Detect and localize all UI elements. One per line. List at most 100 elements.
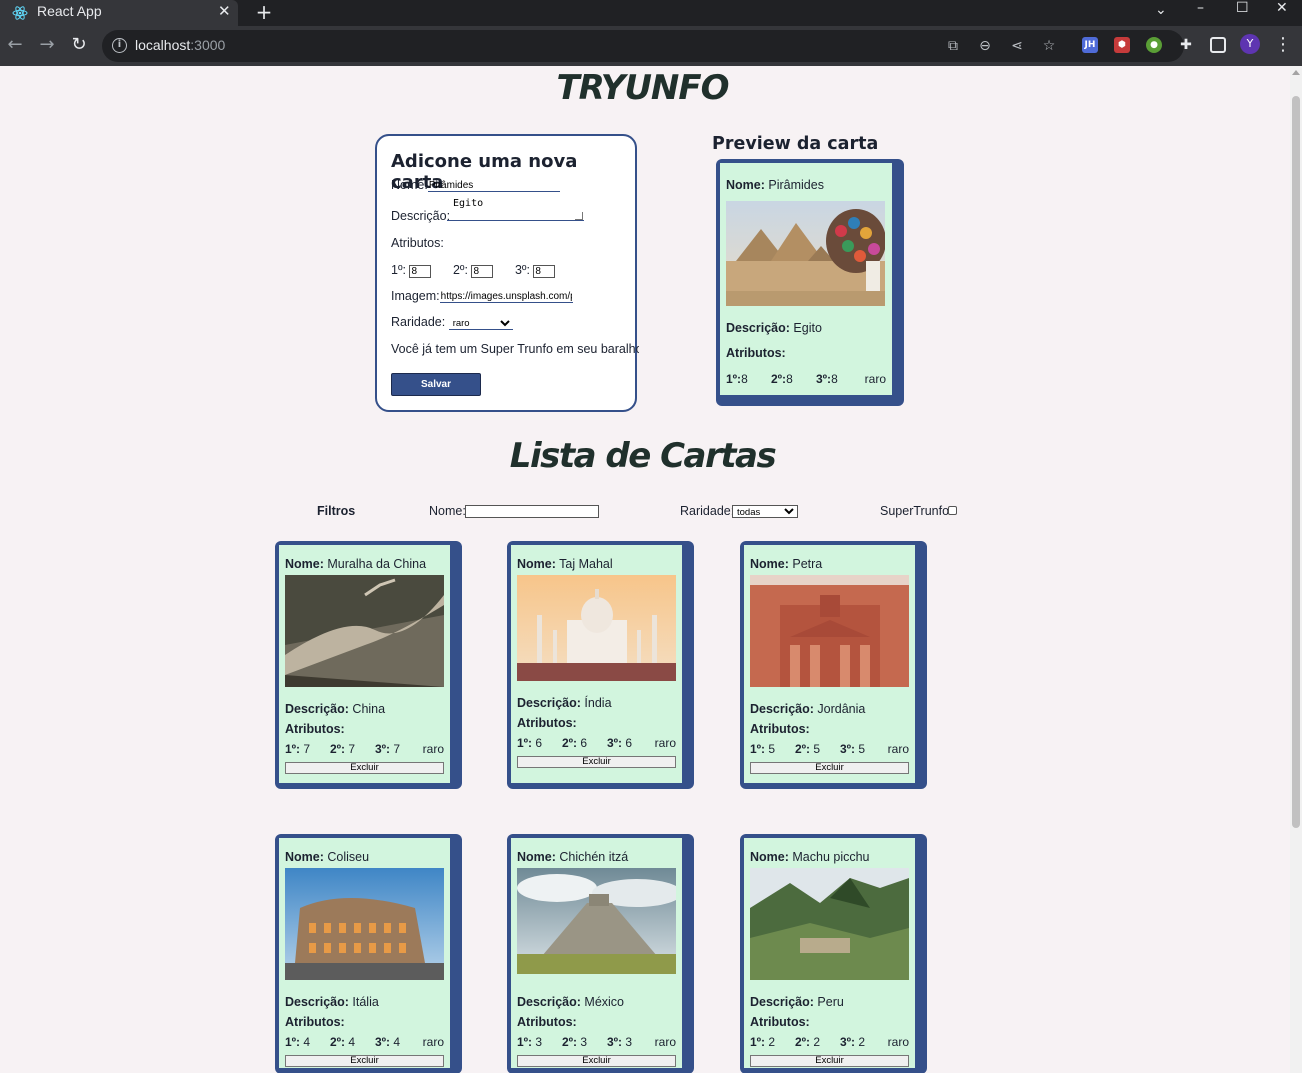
name-label: Nome: [391, 178, 428, 192]
attr2-input[interactable] [471, 265, 494, 278]
reload-icon[interactable]: ↻ [68, 34, 90, 56]
minimize-icon[interactable]: – [1197, 0, 1204, 16]
card-description: Descrição: Jordânia [750, 702, 866, 716]
back-icon[interactable]: ← [4, 34, 26, 56]
tab-title: React App [37, 3, 102, 19]
card-body: Nome: Coliseu Descrição: Itália Atributo… [279, 838, 450, 1068]
filter-trunfo-label: SuperTrunfo [880, 504, 950, 518]
scroll-up-icon[interactable] [1292, 70, 1300, 75]
card-name: Nome: Coliseu [285, 850, 370, 864]
preview-image [726, 201, 885, 306]
card-description: Descrição: Índia [517, 696, 612, 710]
card-rarity: raro [654, 1035, 676, 1049]
preview-name: Nome: Pirâmides [726, 178, 824, 192]
card-attr3: 3º: 3 [607, 1035, 633, 1049]
share-icon[interactable]: ⋖ [1008, 37, 1026, 55]
card-description: Descrição: Itália [285, 995, 379, 1009]
tab-search-icon[interactable]: ⌄ [1155, 2, 1167, 18]
extension-frog-icon[interactable]: ● [1146, 37, 1162, 53]
card-attr2: 2º: 4 [330, 1035, 356, 1049]
delete-card-button[interactable]: Excluir [517, 1055, 676, 1067]
card-image [517, 868, 676, 980]
card-attr2: 2º: 6 [562, 736, 588, 750]
image-row: Imagem: [391, 289, 573, 303]
card-name: Nome: Petra [750, 557, 823, 571]
card-rarity: raro [654, 736, 676, 750]
menu-kebab-icon[interactable]: ⋮ [1272, 34, 1294, 56]
preview-title: Preview da carta [712, 134, 879, 154]
preview-card: Nome: Pirâmides Descrição: Egito Atribut… [716, 159, 904, 406]
card-attr3: 3º: 6 [607, 736, 633, 750]
preview-attr2: 2º: 8 [771, 372, 793, 386]
profile-avatar[interactable]: Y [1240, 34, 1260, 54]
attributes-row: 1º: 2º: 3º: [391, 263, 556, 278]
delete-card-button[interactable]: Excluir [750, 1055, 909, 1067]
close-window-icon[interactable]: ✕ [1276, 0, 1288, 16]
super-trunfo-message: Você já tem um Super Trunfo em seu baral… [391, 342, 639, 356]
preview-attr3: 3º: 8 [816, 372, 838, 386]
card-attr3: 3º: 4 [375, 1035, 401, 1049]
forward-icon[interactable]: → [36, 34, 58, 56]
delete-card-button[interactable]: Excluir [750, 762, 909, 774]
card-attr2: 2º: 2 [795, 1035, 821, 1049]
image-input[interactable] [439, 290, 573, 303]
card: Nome: Chichén itzá Descrição: México Atr… [507, 834, 694, 1073]
description-textarea[interactable]: Egito [447, 196, 584, 221]
filter-name-label: Nome: [429, 504, 466, 518]
card-attr1: 1º: 4 [285, 1035, 311, 1049]
zoom-icon[interactable]: ⊖ [976, 37, 994, 55]
info-icon[interactable]: i [112, 38, 127, 53]
delete-card-button[interactable]: Excluir [285, 1055, 444, 1067]
url-text: localhost:3000 [135, 37, 226, 53]
card-attributes-label: Atributos: [285, 1015, 345, 1029]
card-image [750, 575, 909, 687]
extension-jh-icon[interactable]: JH [1082, 37, 1098, 53]
preview-description: Descrição: Egito [726, 321, 822, 335]
card-attr2: 2º: 3 [562, 1035, 588, 1049]
preview-attr1: 1º: 8 [726, 372, 748, 386]
bookmark-star-icon[interactable]: ☆ [1040, 37, 1058, 55]
side-panel-icon[interactable] [1210, 37, 1226, 53]
card-attr1: 1º: 3 [517, 1035, 543, 1049]
preview-rarity: raro [864, 372, 886, 386]
card-attributes-label: Atributos: [517, 1015, 577, 1029]
page-scrollbar[interactable] [1290, 66, 1302, 1073]
card-image [517, 575, 676, 681]
card-rarity: raro [887, 742, 909, 756]
rarity-label: Raridade: [391, 315, 446, 329]
name-input[interactable] [427, 179, 560, 192]
textarea-resize-icon[interactable] [575, 212, 583, 220]
extensions-puzzle-icon[interactable]: ✚ [1178, 37, 1194, 53]
desc-label: Descrição: [391, 209, 451, 223]
filter-rarity-select[interactable]: todas [732, 505, 798, 518]
card-attr1: 1º: 2 [750, 1035, 776, 1049]
filter-name-input[interactable] [465, 505, 599, 518]
maximize-icon[interactable]: ☐ [1236, 0, 1249, 16]
delete-card-button[interactable]: Excluir [517, 756, 676, 768]
save-button[interactable]: Salvar [391, 373, 481, 396]
extension-red-icon[interactable]: ⬢ [1114, 37, 1130, 53]
card: Nome: Coliseu Descrição: Itália Atributo… [275, 834, 462, 1073]
new-tab-icon[interactable]: + [254, 0, 274, 24]
card-attr2: 2º: 7 [330, 742, 356, 756]
card-attributes-label: Atributos: [750, 1015, 810, 1029]
browser-tab[interactable]: React App ✕ [0, 0, 238, 26]
delete-card-button[interactable]: Excluir [285, 762, 444, 774]
attr1-input[interactable] [409, 265, 432, 278]
card-description: Descrição: China [285, 702, 386, 716]
attr1-label: 1º: [391, 263, 406, 277]
scroll-thumb[interactable] [1292, 96, 1300, 828]
rarity-select[interactable]: raro [448, 317, 513, 330]
translate-icon[interactable]: ⧉ [944, 37, 962, 55]
close-tab-icon[interactable]: ✕ [218, 2, 231, 20]
card-attr3: 3º: 2 [840, 1035, 866, 1049]
address-bar: ← → ↻ i localhost:3000 ⧉ ⊖ ⋖ ☆ JH ⬢ ● ✚ … [0, 26, 1302, 66]
name-row: Nome: [391, 178, 560, 192]
card-attr3: 3º: 5 [840, 742, 866, 756]
card: Nome: Taj Mahal Descrição: Índia Atribut… [507, 541, 694, 789]
filter-trunfo-checkbox[interactable] [948, 506, 957, 515]
card-attr1: 1º: 7 [285, 742, 311, 756]
card-body: Nome: Muralha da China Descrição: China … [279, 545, 450, 783]
omnibox[interactable]: i localhost:3000 ⧉ ⊖ ⋖ ☆ [102, 30, 1184, 62]
attr3-input[interactable] [533, 265, 556, 278]
